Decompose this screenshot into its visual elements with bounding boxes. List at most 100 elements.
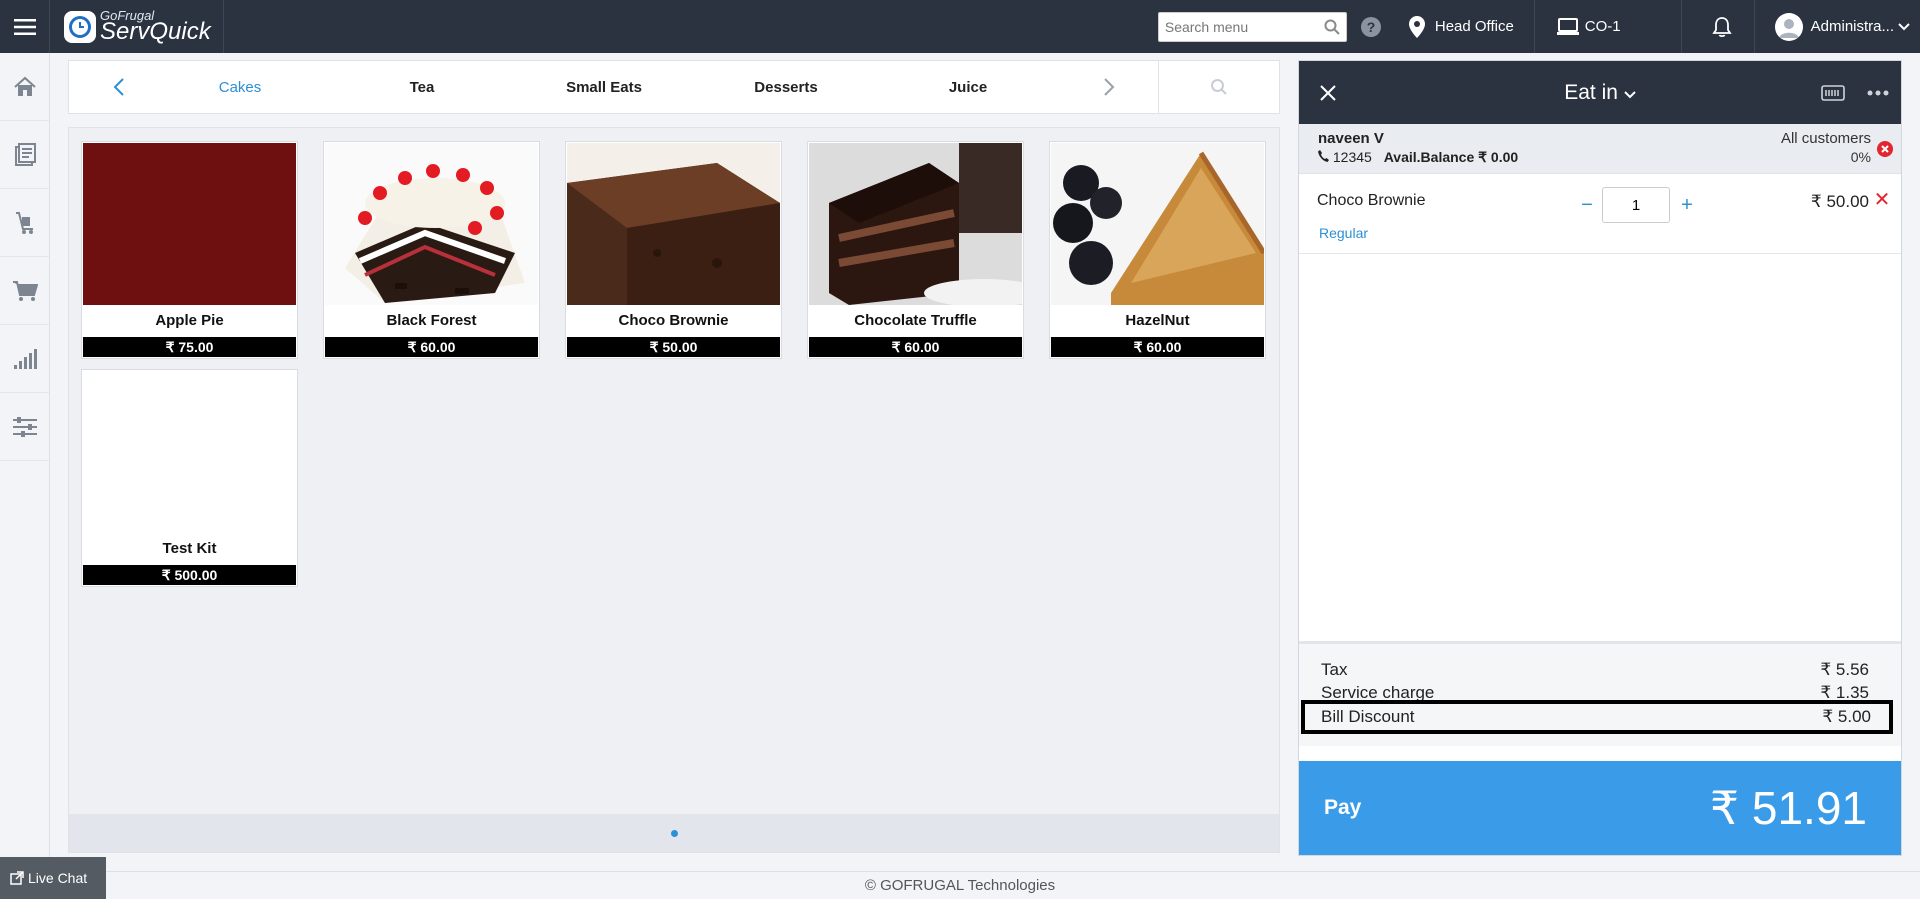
user-name: Administra... (1810, 18, 1894, 35)
brand-big: ServQuick (100, 18, 211, 45)
page-footer: © GOFRUGAL Technologies (0, 871, 1920, 899)
search-menu-box (1157, 11, 1347, 42)
pay-label: Pay (1324, 796, 1362, 819)
counter-selector[interactable]: CO-1 (1535, 0, 1681, 53)
item-card-chocolate-truffle[interactable]: Chocolate Truffle ₹ 60.00 (807, 141, 1024, 359)
category-bar: Cakes Tea Small Eats Desserts Juice (68, 60, 1280, 114)
qty-decrease-button[interactable]: − (1575, 191, 1599, 219)
bill-discount-label: Bill Discount (1321, 707, 1415, 726)
customer-group: All customers (1780, 130, 1871, 147)
qty-input[interactable] (1602, 187, 1670, 223)
search-menu-input[interactable] (1164, 18, 1315, 35)
help-icon[interactable]: ? (1359, 15, 1383, 39)
hamburger-menu-icon[interactable] (0, 0, 50, 53)
order-mode: Eat in (1299, 81, 1901, 105)
item-name: Test Kit (162, 540, 217, 557)
clock-logo-icon (64, 10, 96, 43)
location-label: Head Office (1434, 18, 1514, 35)
copyright-text: © GOFRUGAL Technologies (864, 877, 1056, 894)
item-image (809, 143, 1022, 305)
tab-tea[interactable]: Tea (331, 79, 513, 96)
reports-bars-icon[interactable] (0, 325, 50, 393)
bill-discount-value: ₹ 5.00 (1822, 707, 1871, 726)
item-card-hazelnut[interactable]: HazelNut ₹ 60.00 (1049, 141, 1266, 359)
menu-items-panel: Apple Pie ₹ 75.00 Black Forest ₹ 60.00 C… (68, 127, 1280, 853)
phone-icon (1318, 149, 1333, 165)
category-next-chevron-icon[interactable] (1059, 61, 1159, 113)
page-dot[interactable] (670, 829, 678, 837)
live-chat-button[interactable]: Live Chat (0, 857, 106, 899)
item-card-test-kit[interactable]: Test Kit ₹ 500.00 (81, 369, 298, 587)
item-image (325, 143, 538, 305)
order-totals: Tax ₹ 5.56 Service charge ₹ 1.35 Bill Di… (1299, 641, 1901, 746)
tab-desserts[interactable]: Desserts (695, 79, 877, 96)
notifications-bell-icon[interactable] (1682, 0, 1754, 53)
item-price: ₹ 60.00 (809, 337, 1022, 357)
orders-book-icon[interactable] (0, 121, 50, 189)
item-image (1051, 143, 1264, 305)
customer-balance: Avail.Balance ₹ 0.00 (1383, 149, 1519, 165)
item-image (567, 143, 780, 305)
remove-item-icon[interactable]: ✕ (1873, 190, 1891, 210)
trolley-icon[interactable] (0, 189, 50, 257)
tax-label: Tax (1321, 660, 1348, 679)
location-selector[interactable]: Head Office (1408, 0, 1534, 53)
customer-discount: 0% (1850, 149, 1871, 165)
qty-increase-button[interactable]: + (1675, 191, 1699, 219)
brand-name: GoFrugal ServQuick (100, 9, 211, 44)
category-tabs: Cakes Tea Small Eats Desserts Juice (149, 79, 1059, 96)
item-name: Black Forest (386, 312, 477, 329)
customer-phone: 12345 (1332, 149, 1372, 165)
search-icon[interactable] (1324, 19, 1340, 35)
bill-discount-row[interactable]: Bill Discount ₹ 5.00 (1301, 700, 1893, 734)
customer-info[interactable]: naveen V 12345 Avail.Balance ₹ 0.00 All … (1299, 124, 1901, 174)
barcode-keyboard-icon[interactable] (1821, 84, 1845, 102)
order-panel: Eat in naveen V 12345 Avail.Balance ₹ 0.… (1298, 60, 1902, 856)
chevron-down-icon (1624, 81, 1636, 104)
avatar (1774, 12, 1803, 41)
item-name: Apple Pie (155, 312, 224, 329)
customer-name: naveen V (1318, 130, 1384, 147)
item-card-black-forest[interactable]: Black Forest ₹ 60.00 (323, 141, 540, 359)
line-item-variant[interactable]: Regular (1319, 225, 1368, 241)
cart-icon[interactable] (0, 257, 50, 325)
item-name: HazelNut (1125, 312, 1190, 329)
counter-label: CO-1 (1584, 18, 1621, 35)
location-pin-icon (1408, 15, 1425, 38)
user-menu[interactable]: Administra... (1755, 0, 1920, 53)
order-mode-selector[interactable]: Eat in (1564, 81, 1636, 104)
tab-cakes[interactable]: Cakes (149, 79, 331, 96)
remove-customer-icon[interactable] (1877, 141, 1893, 157)
line-item-price: ₹ 50.00 (1810, 192, 1869, 211)
tab-small-eats[interactable]: Small Eats (513, 79, 695, 96)
item-card-apple-pie[interactable]: Apple Pie ₹ 75.00 (81, 141, 298, 359)
left-navigation (0, 53, 50, 899)
computer-icon (1556, 17, 1579, 36)
item-card-choco-brownie[interactable]: Choco Brownie ₹ 50.00 (565, 141, 782, 359)
order-line-item: Choco Brownie Regular − + ₹ 50.00 ✕ (1299, 174, 1901, 254)
app-logo[interactable]: GoFrugal ServQuick (50, 0, 224, 53)
more-options-icon[interactable] (1867, 90, 1889, 96)
live-chat-label: Live Chat (28, 870, 88, 886)
external-link-icon (10, 871, 24, 885)
pay-button[interactable]: Pay ₹ 51.91 (1299, 761, 1901, 855)
item-price: ₹ 60.00 (1051, 337, 1264, 357)
pagination-bar (69, 814, 1279, 852)
item-price: ₹ 50.00 (567, 337, 780, 357)
customer-phone-row: 12345 Avail.Balance ₹ 0.00 (1318, 149, 1518, 166)
tax-row: Tax ₹ 5.56 (1321, 660, 1869, 680)
tab-juice[interactable]: Juice (877, 79, 1059, 96)
item-name: Chocolate Truffle (854, 312, 977, 329)
chevron-down-icon (1898, 22, 1910, 31)
tax-value: ₹ 5.56 (1820, 660, 1869, 679)
svg-text:?: ? (1367, 19, 1376, 35)
home-icon[interactable] (0, 53, 50, 121)
order-header: Eat in (1299, 61, 1901, 124)
line-item-name: Choco Brownie (1317, 192, 1426, 209)
item-price: ₹ 75.00 (83, 337, 296, 357)
category-search-icon[interactable] (1159, 61, 1279, 113)
order-mode-label: Eat in (1564, 80, 1618, 104)
close-icon[interactable] (1299, 61, 1357, 124)
settings-sliders-icon[interactable] (0, 393, 50, 461)
item-image (83, 143, 296, 305)
